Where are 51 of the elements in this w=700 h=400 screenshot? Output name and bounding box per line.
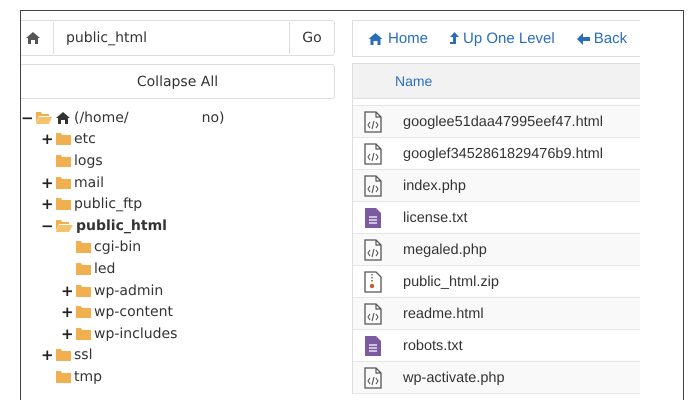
folder-label[interactable]: (/home/ [74, 110, 129, 126]
text-file-icon [364, 206, 382, 228]
file-name[interactable]: index.php [403, 178, 466, 194]
expand-toggle[interactable]: + [41, 130, 53, 148]
home-icon [55, 110, 71, 125]
folder-label[interactable]: public_html [76, 218, 167, 234]
code-file-icon [364, 302, 382, 324]
path-field[interactable]: public_html Go [21, 20, 335, 56]
up-one-level-button[interactable]: Up One Level [450, 30, 555, 47]
code-file-icon [364, 142, 382, 164]
folder-label[interactable]: led [94, 260, 116, 277]
file-name[interactable]: robots.txt [403, 338, 463, 354]
up-arrow-icon [450, 32, 460, 46]
code-file-icon [364, 110, 382, 132]
folder-label[interactable]: ssl [74, 347, 92, 364]
folder-label[interactable]: wp-admin [94, 282, 164, 299]
folder-label[interactable]: tmp [74, 368, 102, 385]
column-header[interactable]: Name [395, 73, 432, 89]
file-name[interactable]: public_html.zip [403, 274, 499, 290]
folder-label[interactable]: wp-content [94, 304, 173, 320]
folder-label[interactable]: mail [74, 174, 104, 191]
expand-toggle[interactable]: + [41, 346, 53, 364]
back-button[interactable]: Back [576, 30, 628, 47]
folder-label[interactable]: cgi-bin [94, 239, 142, 256]
file-name[interactable]: googlef3452861829476b9.html [403, 146, 603, 162]
file-name[interactable]: wp-activate.php [403, 370, 505, 386]
expand-toggle[interactable]: + [41, 174, 53, 192]
expand-toggle[interactable]: − [41, 216, 53, 235]
folder-label: no) [202, 110, 224, 126]
collapse-toggle[interactable]: − [21, 108, 33, 127]
expand-toggle[interactable]: + [61, 303, 73, 322]
file-name[interactable]: license.txt [403, 210, 468, 226]
file-name[interactable]: megaled.php [403, 242, 487, 258]
home-icon [367, 32, 384, 46]
folder-label[interactable]: etc [74, 131, 96, 148]
home-icon[interactable] [25, 31, 41, 45]
expand-toggle[interactable]: + [41, 195, 53, 214]
collapse-all-button[interactable]: Collapse All [21, 64, 335, 99]
left-arrow-icon [576, 32, 590, 44]
zip-file-icon [364, 270, 382, 292]
folder-label[interactable]: public_ftp [74, 196, 142, 212]
text-file-icon [364, 334, 382, 356]
file-name[interactable]: readme.html [403, 306, 484, 322]
home-button[interactable]: Home [367, 30, 428, 47]
expand-toggle[interactable]: + [61, 282, 73, 300]
code-file-icon [364, 366, 382, 388]
expand-toggle[interactable]: + [61, 324, 73, 343]
folder-label[interactable]: logs [74, 152, 103, 169]
folder-label[interactable]: wp-includes [94, 326, 178, 342]
code-file-icon [364, 174, 382, 196]
code-file-icon [364, 238, 382, 260]
